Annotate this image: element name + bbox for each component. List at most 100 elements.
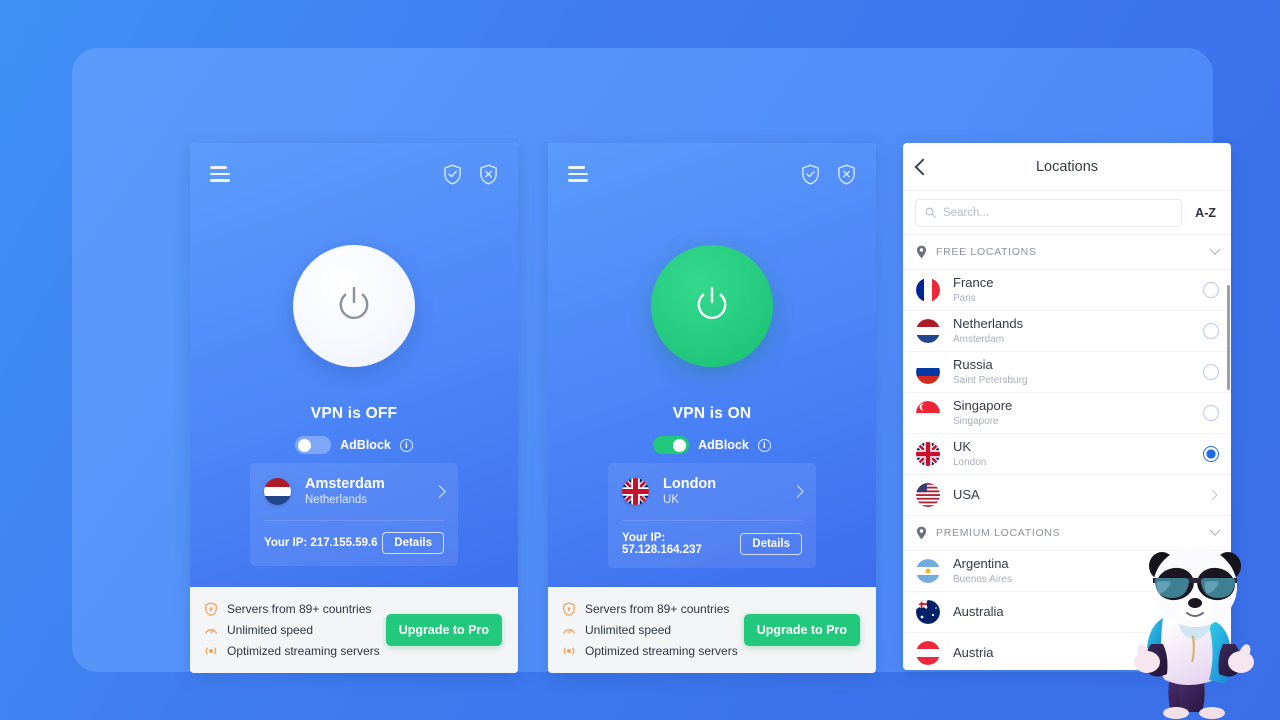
speedometer-icon xyxy=(562,628,576,634)
location-pin-icon xyxy=(916,526,927,540)
stream-icon xyxy=(563,647,575,655)
list-item[interactable]: Russia Saint Petersburg xyxy=(903,352,1231,393)
server-selector-card[interactable]: Amsterdam Netherlands Your IP: 217.155.5… xyxy=(250,463,458,567)
list-item: Unlimited speed xyxy=(562,623,738,637)
locations-panel: Locations A-Z FREE LOCATIONS xyxy=(903,143,1231,670)
sort-az-button[interactable]: A-Z xyxy=(1192,204,1219,222)
location-name: Singapore xyxy=(953,398,1013,414)
list-item[interactable]: UK London xyxy=(903,434,1231,475)
page-title: Locations xyxy=(1035,158,1099,175)
location-name: Argentina xyxy=(953,556,1009,572)
france-flag-icon xyxy=(916,278,940,302)
ip-address-text: Your IP: 57.128.164.237 xyxy=(622,532,702,557)
perk-label: Optimized streaming servers xyxy=(585,644,738,658)
location-name: UK xyxy=(953,439,972,455)
server-row[interactable]: Amsterdam Netherlands xyxy=(264,475,446,520)
location-pin-icon xyxy=(916,245,927,259)
location-texts: Australia xyxy=(953,604,1195,620)
server-row[interactable]: London UK xyxy=(622,475,804,520)
vpn-status-text: VPN is OFF xyxy=(310,405,398,422)
details-button[interactable]: Details xyxy=(382,532,444,555)
location-radio[interactable] xyxy=(1203,282,1219,298)
scrollbar-thumb[interactable] xyxy=(1227,285,1230,390)
location-texts: Argentina Buenos Aires xyxy=(953,556,1191,585)
power-icon[interactable] xyxy=(293,245,415,367)
list-item[interactable]: Austria xyxy=(903,633,1231,670)
shield-x-icon[interactable] xyxy=(479,163,498,185)
list-item[interactable]: France Paris xyxy=(903,270,1231,311)
stream-icon xyxy=(205,647,217,655)
australia-flag-icon xyxy=(916,600,940,624)
chevron-right-icon[interactable] xyxy=(433,485,446,498)
location-texts: Netherlands Amsterdam xyxy=(953,316,1190,345)
austria-flag-icon xyxy=(916,641,940,665)
location-texts: France Paris xyxy=(953,275,1190,304)
search-field[interactable] xyxy=(915,198,1183,227)
search-input[interactable] xyxy=(943,206,1173,219)
perk-label: Unlimited speed xyxy=(585,623,672,637)
location-name: Australia xyxy=(953,603,1004,619)
chevron-right-icon[interactable] xyxy=(1206,606,1218,618)
vpn-panel-off: VPN is OFF AdBlock i Amsterdam Netherlan… xyxy=(190,143,518,673)
shield-check-icon[interactable] xyxy=(443,163,462,185)
perk-label: Servers from 89+ countries xyxy=(585,602,730,616)
scrollbar-track[interactable] xyxy=(1227,235,1231,670)
chevron-right-icon[interactable] xyxy=(791,485,804,498)
list-item: Unlimited speed xyxy=(204,623,380,637)
perk-label: Servers from 89+ countries xyxy=(227,602,372,616)
location-radio-selected[interactable] xyxy=(1203,446,1219,462)
locations-scroll-area[interactable]: FREE LOCATIONS France Paris Netherlands … xyxy=(903,235,1231,670)
details-button[interactable]: Details xyxy=(740,533,802,556)
panda-foot-left xyxy=(1163,707,1189,719)
upgrade-to-pro-button[interactable]: Upgrade to Pro xyxy=(385,614,502,646)
list-item[interactable]: Singapore Singapore xyxy=(903,393,1231,434)
info-icon[interactable]: i xyxy=(757,438,771,452)
chevron-right-icon[interactable] xyxy=(1206,489,1218,501)
location-radio[interactable] xyxy=(1203,323,1219,339)
power-icon[interactable] xyxy=(651,245,773,367)
ip-row: Your IP: 217.155.59.6 Details xyxy=(264,520,444,566)
group-header-free-locations[interactable]: FREE LOCATIONS xyxy=(903,235,1231,270)
location-radio[interactable] xyxy=(1203,405,1219,421)
server-city: Amsterdam xyxy=(305,476,385,492)
upgrade-to-pro-button[interactable]: Upgrade to Pro xyxy=(743,614,860,646)
location-name: France xyxy=(953,275,994,291)
adblock-row-on: AdBlock i xyxy=(548,436,876,454)
perk-label: Optimized streaming servers xyxy=(227,644,380,658)
list-item: Servers from 89+ countries xyxy=(562,602,738,616)
location-city: Saint Petersburg xyxy=(953,374,1028,386)
adblock-label: AdBlock xyxy=(698,438,749,452)
power-glyph-icon xyxy=(697,286,727,320)
vpn-body-off: VPN is OFF AdBlock i Amsterdam Netherlan… xyxy=(190,143,518,587)
adblock-toggle[interactable] xyxy=(653,436,690,454)
list-item[interactable]: Netherlands Amsterdam xyxy=(903,311,1231,352)
server-selector-card[interactable]: London UK Your IP: 57.128.164.237 Detail… xyxy=(608,463,816,569)
location-name: Netherlands xyxy=(953,316,1024,332)
topbar-off xyxy=(190,143,518,205)
vpn-body-on: VPN is ON AdBlock i London UK Your IP: 5… xyxy=(548,143,876,587)
info-icon[interactable]: i xyxy=(399,438,413,452)
location-city: Paris xyxy=(953,292,976,304)
shield-lock-icon xyxy=(563,602,575,616)
location-radio[interactable] xyxy=(1203,364,1219,380)
chevron-down-icon[interactable] xyxy=(1209,243,1221,255)
location-name: USA xyxy=(953,486,980,502)
chevron-down-icon[interactable] xyxy=(1209,524,1221,536)
location-texts: USA xyxy=(953,487,1195,503)
hamburger-menu-icon[interactable] xyxy=(568,162,588,186)
list-item[interactable]: Australia xyxy=(903,592,1231,633)
panda-leg-right xyxy=(1178,672,1205,712)
power-button-wrap-off xyxy=(190,245,518,367)
list-item[interactable]: Argentina Buenos Aires xyxy=(903,551,1231,592)
search-icon xyxy=(925,207,936,218)
panda-foot-right xyxy=(1199,707,1225,719)
shield-check-icon[interactable] xyxy=(801,163,820,185)
shield-x-icon[interactable] xyxy=(837,163,856,185)
hamburger-menu-icon[interactable] xyxy=(210,162,230,186)
perk-label: Unlimited speed xyxy=(227,623,314,637)
location-texts: Singapore Singapore xyxy=(953,398,1190,427)
adblock-toggle[interactable] xyxy=(295,436,332,454)
group-header-premium-locations[interactable]: PREMIUM LOCATIONS xyxy=(903,516,1231,551)
list-item[interactable]: USA xyxy=(903,475,1231,516)
lock-icon[interactable] xyxy=(1204,563,1219,580)
